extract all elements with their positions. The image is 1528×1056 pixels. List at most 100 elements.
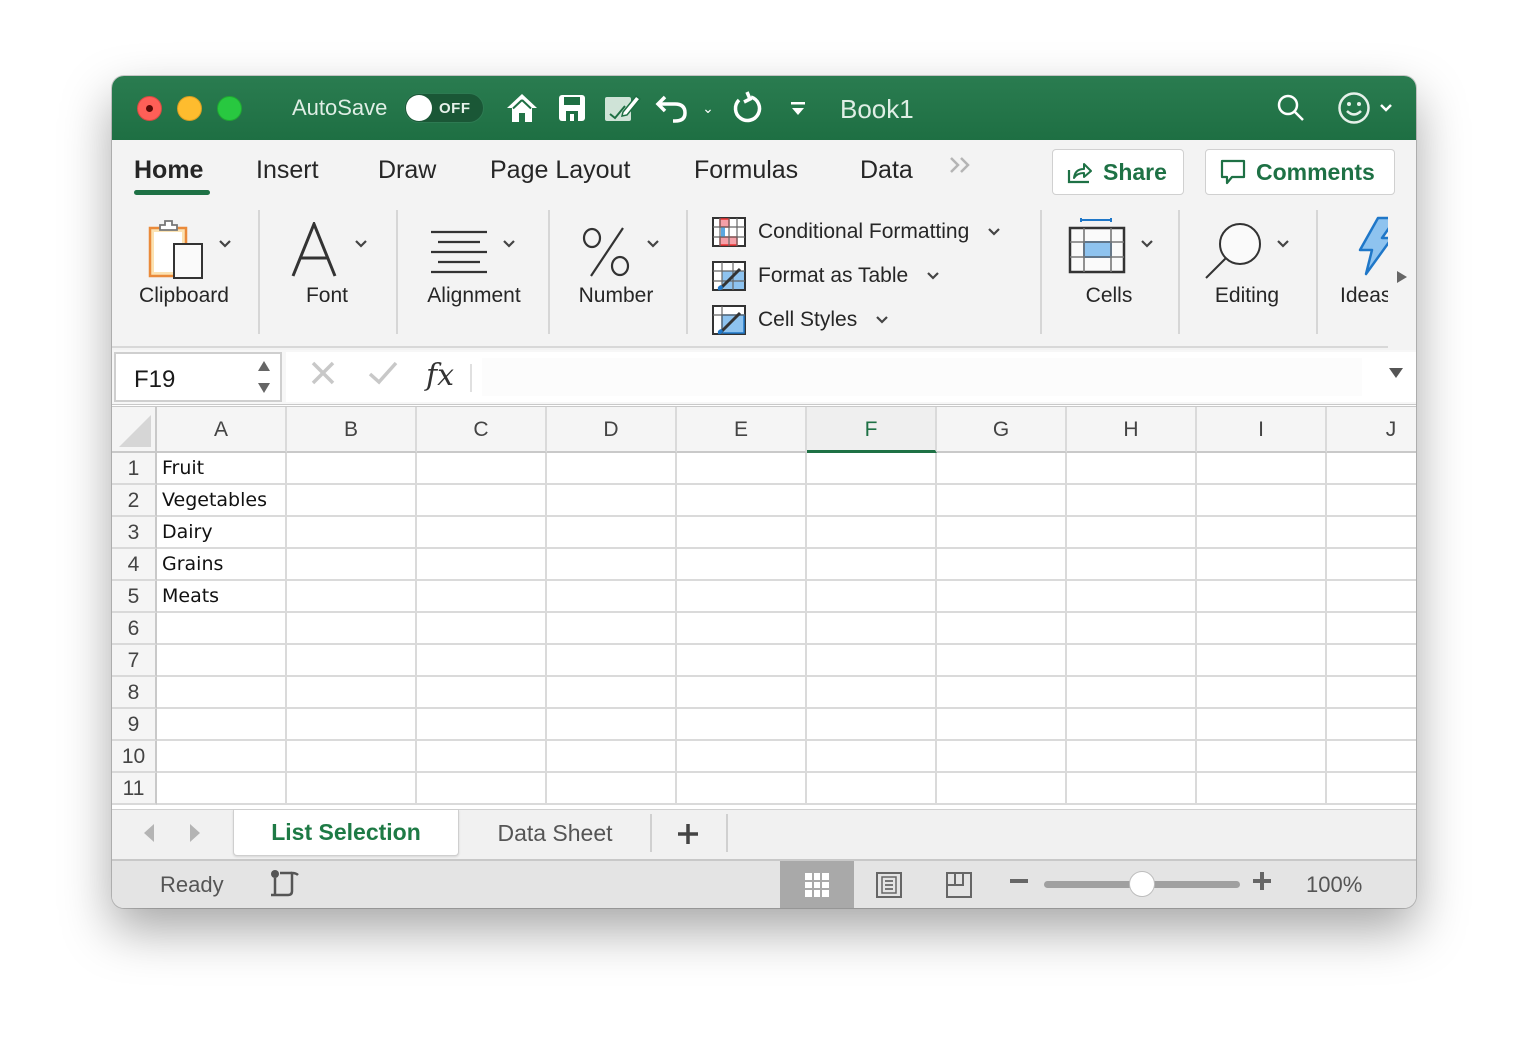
cell-e4[interactable] <box>677 549 807 581</box>
cell-e7[interactable] <box>677 645 807 677</box>
zoom-in-icon[interactable] <box>1252 871 1272 891</box>
cell-g10[interactable] <box>937 741 1067 773</box>
cell-a7[interactable] <box>157 645 287 677</box>
font-group[interactable]: Font <box>272 212 382 336</box>
cell-h5[interactable] <box>1067 581 1197 613</box>
cell-h4[interactable] <box>1067 549 1197 581</box>
cell-f9[interactable] <box>807 709 937 741</box>
cell-e2[interactable] <box>677 485 807 517</box>
cell-e5[interactable] <box>677 581 807 613</box>
cell-c3[interactable] <box>417 517 547 549</box>
confirm-check-icon[interactable] <box>368 360 398 386</box>
cell-c2[interactable] <box>417 485 547 517</box>
cell-c1[interactable] <box>417 453 547 485</box>
cell-h1[interactable] <box>1067 453 1197 485</box>
cell-d5[interactable] <box>547 581 677 613</box>
name-box[interactable]: F19 <box>114 352 282 402</box>
cell-i10[interactable] <box>1197 741 1327 773</box>
cell-h7[interactable] <box>1067 645 1197 677</box>
share-button[interactable]: Share <box>1052 149 1184 195</box>
cell-c9[interactable] <box>417 709 547 741</box>
cell-j1[interactable] <box>1327 453 1416 485</box>
add-sheet-icon[interactable] <box>676 822 700 846</box>
cell-a2[interactable]: Vegetables <box>157 485 287 517</box>
feedback-dropdown-icon[interactable] <box>1378 90 1394 126</box>
ideas-group[interactable]: Ideas <box>1330 212 1388 336</box>
cell-f6[interactable] <box>807 613 937 645</box>
save-icon[interactable] <box>556 90 588 126</box>
maximize-window-button[interactable] <box>217 96 242 121</box>
minimize-window-button[interactable] <box>177 96 202 121</box>
clipboard-group[interactable]: Clipboard <box>122 212 246 336</box>
cell-c10[interactable] <box>417 741 547 773</box>
cell-e6[interactable] <box>677 613 807 645</box>
cell-e1[interactable] <box>677 453 807 485</box>
column-header-j[interactable]: J <box>1327 407 1416 453</box>
more-tabs-icon[interactable] <box>948 154 974 182</box>
cell-d9[interactable] <box>547 709 677 741</box>
row-header-5[interactable]: 5 <box>112 581 157 613</box>
cell-i11[interactable] <box>1197 773 1327 805</box>
cell-i3[interactable] <box>1197 517 1327 549</box>
cell-d2[interactable] <box>547 485 677 517</box>
expand-formula-bar-icon[interactable] <box>1388 366 1404 380</box>
cell-j3[interactable] <box>1327 517 1416 549</box>
column-header-c[interactable]: C <box>417 407 547 453</box>
row-header-9[interactable]: 9 <box>112 709 157 741</box>
redo-icon[interactable] <box>728 90 764 126</box>
cell-f1[interactable] <box>807 453 937 485</box>
cell-g5[interactable] <box>937 581 1067 613</box>
cell-b11[interactable] <box>287 773 417 805</box>
search-icon[interactable] <box>1274 90 1308 126</box>
column-header-d[interactable]: D <box>547 407 677 453</box>
cell-f3[interactable] <box>807 517 937 549</box>
cell-b1[interactable] <box>287 453 417 485</box>
next-sheet-icon[interactable] <box>188 822 202 844</box>
tab-home[interactable]: Home <box>134 156 203 185</box>
sheet-tab-list-selection[interactable]: List Selection <box>233 810 459 856</box>
cell-j9[interactable] <box>1327 709 1416 741</box>
cell-styles-button[interactable]: Cell Styles <box>712 304 889 336</box>
cell-j11[interactable] <box>1327 773 1416 805</box>
cell-h2[interactable] <box>1067 485 1197 517</box>
cell-j7[interactable] <box>1327 645 1416 677</box>
tab-formulas[interactable]: Formulas <box>694 156 798 185</box>
cell-d3[interactable] <box>547 517 677 549</box>
tab-draw[interactable]: Draw <box>378 156 436 185</box>
cell-f4[interactable] <box>807 549 937 581</box>
tab-page-layout[interactable]: Page Layout <box>490 156 630 185</box>
cell-g4[interactable] <box>937 549 1067 581</box>
editing-group[interactable]: Editing <box>1192 212 1302 336</box>
macro-recording-icon[interactable] <box>270 869 302 899</box>
cell-e11[interactable] <box>677 773 807 805</box>
column-header-h[interactable]: H <box>1067 407 1197 453</box>
cell-g11[interactable] <box>937 773 1067 805</box>
cell-d1[interactable] <box>547 453 677 485</box>
cell-e9[interactable] <box>677 709 807 741</box>
cell-f10[interactable] <box>807 741 937 773</box>
column-header-g[interactable]: G <box>937 407 1067 453</box>
cell-c8[interactable] <box>417 677 547 709</box>
cell-i1[interactable] <box>1197 453 1327 485</box>
close-window-button[interactable] <box>137 96 162 121</box>
cell-c6[interactable] <box>417 613 547 645</box>
cell-j8[interactable] <box>1327 677 1416 709</box>
cell-d6[interactable] <box>547 613 677 645</box>
row-header-3[interactable]: 3 <box>112 517 157 549</box>
cell-g3[interactable] <box>937 517 1067 549</box>
cell-i2[interactable] <box>1197 485 1327 517</box>
row-header-2[interactable]: 2 <box>112 485 157 517</box>
sheet-tab-data-sheet[interactable]: Data Sheet <box>460 810 650 856</box>
cell-a6[interactable] <box>157 613 287 645</box>
home-icon[interactable] <box>504 90 540 126</box>
page-layout-view-button[interactable] <box>852 861 926 908</box>
row-header-7[interactable]: 7 <box>112 645 157 677</box>
cell-b2[interactable] <box>287 485 417 517</box>
page-break-view-button[interactable] <box>922 861 996 908</box>
zoom-slider-handle[interactable] <box>1129 871 1155 897</box>
insert-function-button[interactable]: fx <box>426 358 454 393</box>
conditional-formatting-button[interactable]: Conditional Formatting <box>712 216 1001 248</box>
column-header-b[interactable]: B <box>287 407 417 453</box>
cell-b4[interactable] <box>287 549 417 581</box>
cell-h6[interactable] <box>1067 613 1197 645</box>
